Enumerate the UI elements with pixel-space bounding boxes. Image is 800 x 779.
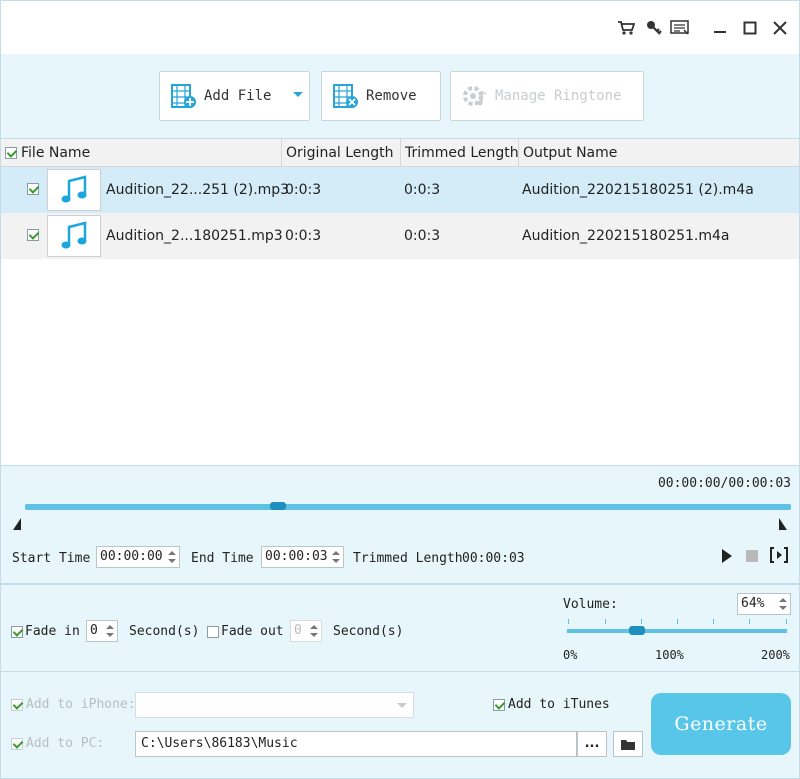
- row-checkbox[interactable]: [27, 229, 39, 241]
- music-note-icon: [47, 169, 101, 211]
- music-note-icon: [47, 215, 101, 257]
- add-to-iphone-label: Add to iPhone:: [26, 697, 136, 712]
- feedback-icon[interactable]: [669, 17, 691, 39]
- add-file-button[interactable]: Add File: [159, 71, 310, 121]
- play-icon[interactable]: [721, 548, 733, 568]
- trimmed-length-header[interactable]: Trimmed Length: [401, 139, 519, 167]
- fade-out-label: Fade out: [221, 624, 284, 639]
- volume-mid-label: 100%: [655, 648, 684, 662]
- timeline-handle[interactable]: [270, 502, 286, 510]
- file-list: File Name Original Length Trimmed Length…: [0, 138, 800, 466]
- original-length-cell: 0:0:3: [285, 182, 322, 198]
- volume-tick: [749, 619, 750, 624]
- output-name-header[interactable]: Output Name: [519, 139, 799, 167]
- remove-file-icon: [333, 84, 358, 108]
- remove-label: Remove: [366, 88, 417, 104]
- file-name-cell: Audition_2...180251.mp3: [106, 228, 283, 244]
- fade-in-checkbox[interactable]: [11, 626, 23, 638]
- browse-button[interactable]: ...: [577, 731, 607, 757]
- output-panel: Add to iPhone: Add to iTunes Add to PC: …: [0, 672, 800, 779]
- table-row[interactable]: Audition_22...251 (2).mp3 0:0:3 0:0:3 Au…: [1, 167, 799, 213]
- end-time-input[interactable]: 00:00:03: [261, 546, 344, 568]
- add-file-label: Add File: [204, 88, 272, 104]
- add-to-itunes-label: Add to iTunes: [508, 697, 610, 712]
- remove-button[interactable]: Remove: [321, 71, 441, 121]
- start-time-label: Start Time: [12, 551, 91, 566]
- fade-in-label: Fade in: [25, 624, 80, 639]
- add-to-pc-label: Add to PC:: [26, 736, 105, 751]
- timeline-slider[interactable]: [25, 502, 791, 510]
- toolbar: Add File Remove Manage Ringtone: [0, 54, 800, 138]
- add-file-icon: [171, 84, 196, 108]
- pc-path-input[interactable]: C:\Users\86183\Music: [135, 731, 577, 757]
- maximize-icon[interactable]: [739, 17, 761, 39]
- iphone-device-select[interactable]: [135, 692, 414, 718]
- close-icon[interactable]: [769, 17, 791, 39]
- trim-bracket-icon[interactable]: [769, 547, 789, 567]
- volume-tick: [568, 619, 569, 624]
- volume-tick: [605, 619, 606, 624]
- generate-button[interactable]: Generate: [651, 693, 791, 755]
- output-name-cell: Audition_220215180251.m4a: [522, 228, 730, 244]
- volume-label: Volume:: [563, 597, 618, 612]
- trimmed-length-value: 00:00:03: [462, 551, 525, 566]
- start-marker-icon[interactable]: [13, 518, 21, 530]
- volume-min-label: 0%: [563, 648, 578, 662]
- end-marker-icon[interactable]: [779, 518, 787, 530]
- fade-out-unit: Second(s): [333, 624, 404, 639]
- volume-handle[interactable]: [629, 626, 645, 635]
- volume-tick: [677, 619, 678, 624]
- start-time-input[interactable]: 00:00:00: [96, 546, 180, 568]
- gear-music-icon: [463, 86, 487, 106]
- fade-out-input[interactable]: 0: [290, 620, 322, 642]
- chevron-down-icon: [397, 703, 407, 708]
- row-checkbox[interactable]: [27, 183, 39, 195]
- add-to-iphone-checkbox[interactable]: [11, 699, 23, 711]
- open-folder-button[interactable]: [613, 731, 643, 757]
- volume-max-label: 200%: [761, 648, 790, 662]
- stop-icon[interactable]: [746, 550, 758, 566]
- add-file-dropdown-icon[interactable]: [293, 92, 303, 97]
- trimmed-length-cell: 0:0:3: [404, 228, 441, 244]
- manage-ringtone-button[interactable]: Manage Ringtone: [450, 71, 644, 121]
- list-header: File Name Original Length Trimmed Length…: [1, 139, 799, 167]
- volume-input[interactable]: 64%: [737, 593, 791, 615]
- fade-in-input[interactable]: 0: [86, 620, 118, 642]
- file-name-header[interactable]: File Name: [1, 139, 282, 167]
- original-length-cell: 0:0:3: [285, 228, 322, 244]
- fade-out-checkbox[interactable]: [207, 626, 219, 638]
- folder-icon: [621, 739, 635, 750]
- original-length-header[interactable]: Original Length: [282, 139, 401, 167]
- trimmed-length-cell: 0:0:3: [404, 182, 441, 198]
- file-name-cell: Audition_22...251 (2).mp3: [106, 182, 290, 198]
- volume-tick: [713, 619, 714, 624]
- output-name-cell: Audition_220215180251 (2).m4a: [522, 182, 754, 198]
- select-all-checkbox[interactable]: [5, 147, 17, 159]
- cart-icon[interactable]: [615, 17, 637, 39]
- key-icon[interactable]: [643, 17, 665, 39]
- trimmed-length-label: Trimmed Length: [353, 551, 463, 566]
- manage-ringtone-label: Manage Ringtone: [495, 88, 622, 104]
- volume-tick: [641, 619, 642, 624]
- table-row[interactable]: Audition_2...180251.mp3 0:0:3 0:0:3 Audi…: [1, 213, 799, 259]
- minimize-icon[interactable]: [709, 17, 731, 39]
- volume-tick: [786, 619, 787, 624]
- trim-panel: 00:00:00/00:00:03 Start Time 00:00:00 En…: [0, 466, 800, 584]
- time-display: 00:00:00/00:00:03: [657, 476, 791, 491]
- volume-slider[interactable]: [567, 626, 787, 635]
- add-to-pc-checkbox[interactable]: [11, 738, 23, 750]
- title-bar: [0, 0, 800, 54]
- fade-in-unit: Second(s): [129, 624, 200, 639]
- fade-panel: Fade in 0 Second(s) Fade out 0 Second(s)…: [0, 584, 800, 672]
- add-to-itunes-checkbox[interactable]: [493, 699, 505, 711]
- end-time-label: End Time: [191, 551, 254, 566]
